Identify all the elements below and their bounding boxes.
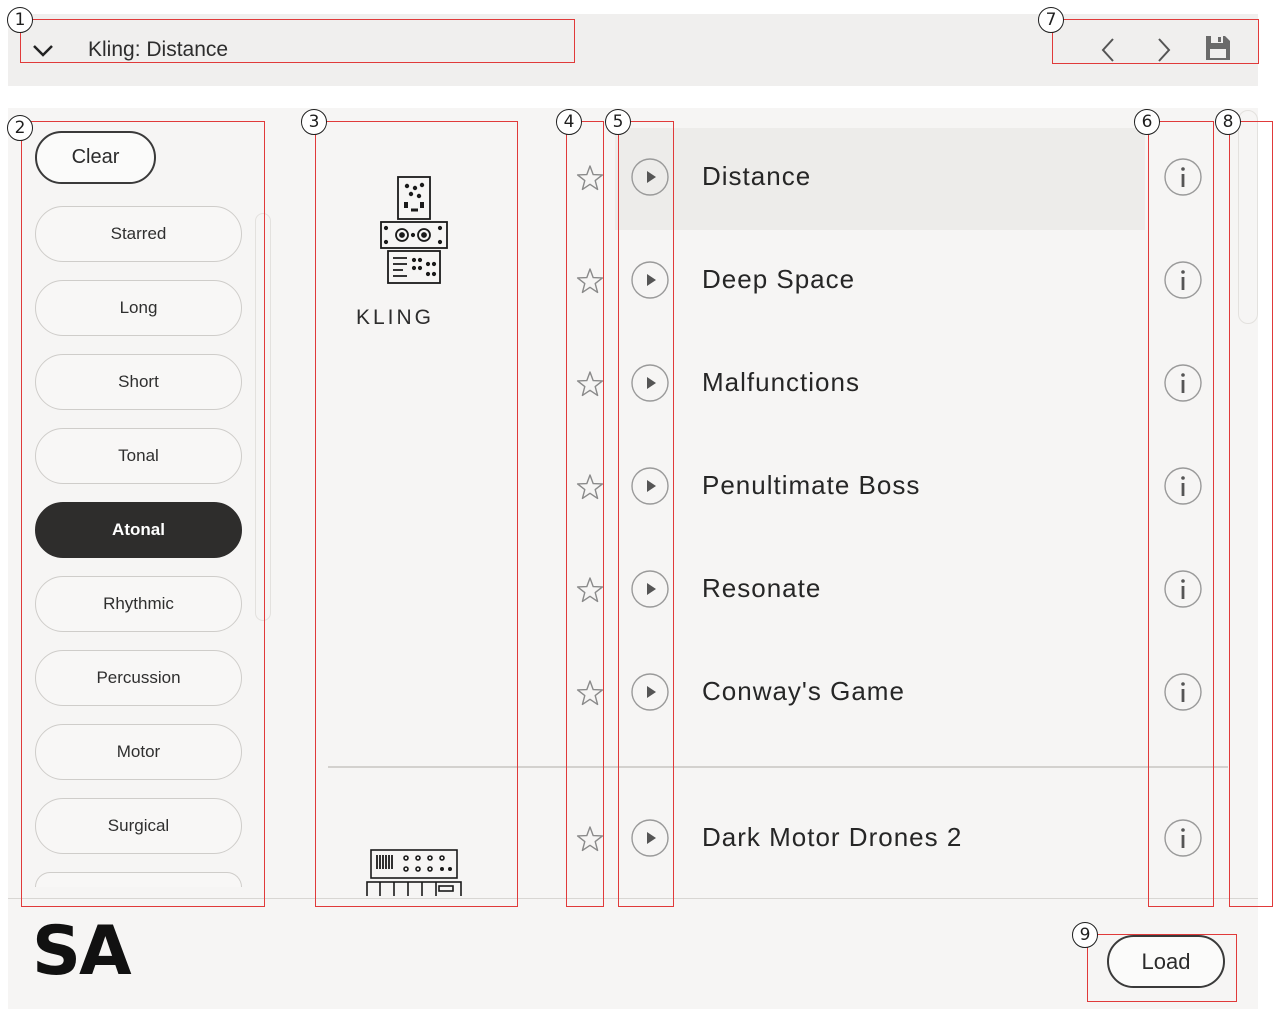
preset-name-distance[interactable]: Distance xyxy=(702,161,811,192)
play-icon[interactable] xyxy=(631,467,669,510)
clear-button[interactable]: Clear xyxy=(35,131,156,184)
info-icon[interactable] xyxy=(1164,570,1202,613)
info-icon[interactable] xyxy=(1164,364,1202,407)
selected-row-highlight xyxy=(615,128,1145,230)
annotation-badge-5: 5 xyxy=(605,109,631,135)
sa-logo: SA xyxy=(32,912,132,991)
info-icon[interactable] xyxy=(1164,467,1202,510)
load-button[interactable]: Load xyxy=(1107,935,1225,988)
tag-rhythmic[interactable]: Rhythmic xyxy=(35,576,242,632)
preset-name-resonate[interactable]: Resonate xyxy=(702,573,821,604)
tag-short[interactable]: Short xyxy=(35,354,242,410)
annotation-badge-4: 4 xyxy=(556,109,582,135)
info-icon[interactable] xyxy=(1164,261,1202,304)
annotation-badge-9: 9 xyxy=(1072,922,1098,948)
preset-name-dark-motor-drones-2[interactable]: Dark Motor Drones 2 xyxy=(702,822,962,853)
floppy-disk-icon[interactable] xyxy=(1204,34,1232,62)
play-icon[interactable] xyxy=(631,158,669,201)
star-icon[interactable] xyxy=(576,825,604,858)
play-icon[interactable] xyxy=(631,261,669,304)
footer-bar xyxy=(8,898,1258,1009)
star-icon[interactable] xyxy=(576,576,604,609)
annotation-badge-2: 2 xyxy=(7,115,33,141)
info-icon[interactable] xyxy=(1164,158,1202,201)
second-instrument-icon[interactable] xyxy=(366,848,462,896)
preset-name-malfunctions[interactable]: Malfunctions xyxy=(702,367,860,398)
tag-long[interactable]: Long xyxy=(35,280,242,336)
chevron-left-icon[interactable] xyxy=(1097,36,1121,64)
annotation-badge-6: 6 xyxy=(1134,109,1160,135)
tag-percussion[interactable]: Percussion xyxy=(35,650,242,706)
star-icon[interactable] xyxy=(576,370,604,403)
play-icon[interactable] xyxy=(631,570,669,613)
preset-name-deep-space[interactable]: Deep Space xyxy=(702,264,855,295)
info-icon[interactable] xyxy=(1164,673,1202,716)
info-icon[interactable] xyxy=(1164,819,1202,862)
annotation-badge-3: 3 xyxy=(301,109,327,135)
tag-starred[interactable]: Starred xyxy=(35,206,242,262)
preset-name-penultimate-boss[interactable]: Penultimate Boss xyxy=(702,470,920,501)
preset-title[interactable]: Kling: Distance xyxy=(88,38,228,62)
chevron-right-icon[interactable] xyxy=(1151,36,1175,64)
tag-tonal[interactable]: Tonal xyxy=(35,428,242,484)
play-icon[interactable] xyxy=(631,819,669,862)
kling-instrument-icon[interactable] xyxy=(378,174,450,286)
preset-scrollbar[interactable] xyxy=(1238,110,1258,324)
chevron-down-icon[interactable] xyxy=(32,42,54,58)
tag-scrollbar[interactable] xyxy=(255,213,271,621)
annotation-badge-8: 8 xyxy=(1215,109,1241,135)
annotation-badge-7: 7 xyxy=(1038,7,1064,33)
star-icon[interactable] xyxy=(576,679,604,712)
play-icon[interactable] xyxy=(631,364,669,407)
tag-surgical[interactable]: Surgical xyxy=(35,798,242,854)
star-icon[interactable] xyxy=(576,473,604,506)
star-icon[interactable] xyxy=(576,267,604,300)
play-icon[interactable] xyxy=(631,673,669,716)
tag-partial[interactable] xyxy=(35,872,242,887)
annotation-badge-1: 1 xyxy=(7,7,33,33)
tag-atonal[interactable]: Atonal xyxy=(35,502,242,558)
star-icon[interactable] xyxy=(576,164,604,197)
list-divider xyxy=(328,766,1228,768)
preset-name-conway-s-game[interactable]: Conway's Game xyxy=(702,676,905,707)
tag-motor[interactable]: Motor xyxy=(35,724,242,780)
instrument-name: KLING xyxy=(356,306,435,329)
